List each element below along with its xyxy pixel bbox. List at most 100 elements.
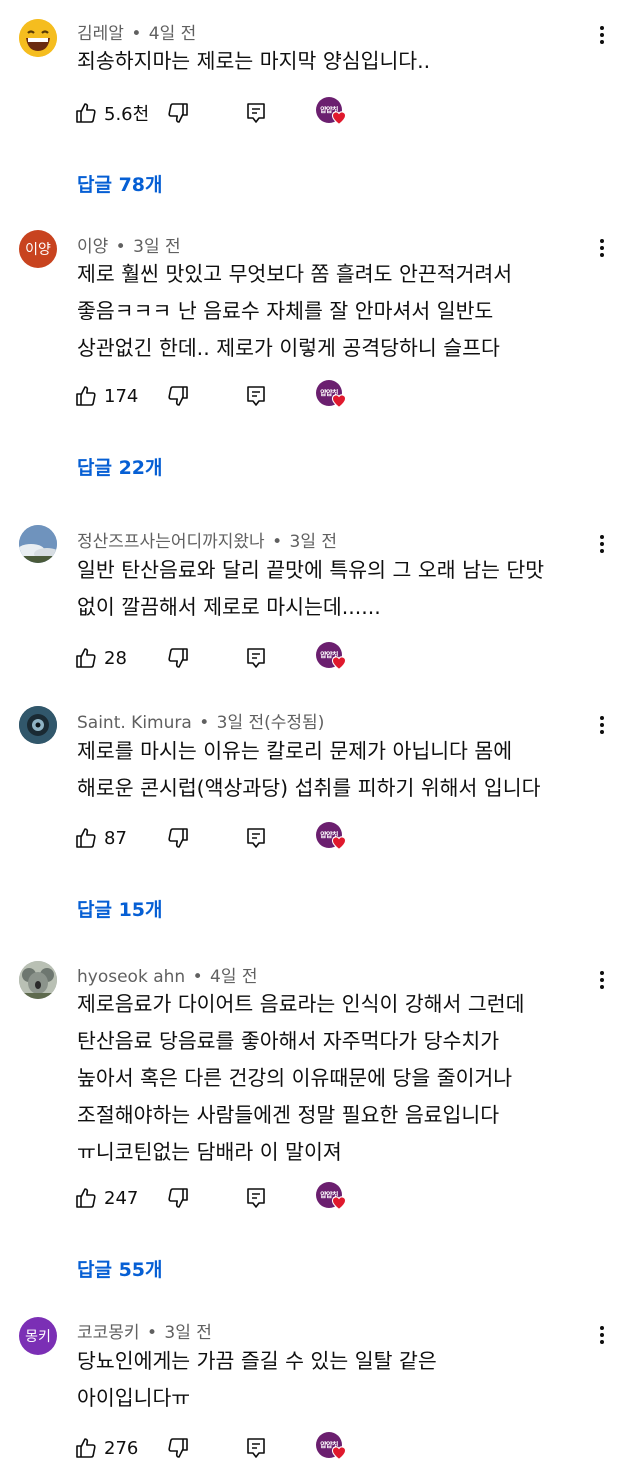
koala-photo-icon: [19, 961, 57, 999]
creator-heart-badge: 얍얍칫: [316, 380, 350, 414]
view-replies-link[interactable]: 답글 55개: [77, 1255, 163, 1282]
heart-icon: [331, 836, 347, 850]
like-count: 28: [104, 647, 127, 669]
like-button[interactable]: 174: [74, 380, 138, 412]
comment-time: 4일 전: [148, 24, 197, 44]
like-count: 5.6천: [104, 104, 150, 125]
comment-text: 당뇨인에게는 가끔 즐길 수 있는 일탈 같은 아이입니다ㅠ: [77, 1343, 607, 1417]
view-replies-link[interactable]: 답글 78개: [77, 170, 163, 197]
dislike-button[interactable]: [166, 1182, 190, 1214]
reply-button[interactable]: [244, 97, 268, 129]
comment-line: 높아서 혹은 다른 건강의 이유때문에 당을 줄이거나: [77, 1066, 513, 1090]
comment-actions: 247 얍얍칫: [74, 1182, 374, 1214]
comment-time: 3일 전: [289, 532, 338, 552]
like-count: 87: [104, 827, 127, 849]
heart-icon: [331, 1446, 347, 1460]
comment-time: 3일 전: [216, 713, 265, 733]
comment-line: 해로운 콘시럽(액상과당) 섭취를 피하기 위해서 입니다: [77, 776, 541, 800]
avatar[interactable]: [19, 961, 57, 999]
thumbs-up-icon: [76, 103, 96, 123]
author-name[interactable]: 코코몽키: [77, 1323, 140, 1343]
view-replies-link[interactable]: 답글 15개: [77, 895, 163, 922]
comment-actions: 87 얍얍칫: [74, 822, 374, 854]
creator-heart-badge: 얍얍칫: [316, 1432, 350, 1466]
comment-meta: 정산즈프사는어디까지왔나 • 3일 전: [77, 532, 338, 552]
reply-button[interactable]: [244, 1432, 268, 1464]
comment-line: ㅠ니코틴없는 담배라 이 말이져: [77, 1140, 342, 1164]
comment-time: 3일 전: [133, 237, 181, 257]
reply-comment-icon: [247, 386, 265, 406]
dark-photo-icon: [19, 706, 57, 744]
reply-comment-icon: [247, 828, 265, 848]
comment-actions: 28 얍얍칫: [74, 642, 374, 674]
comment-time: 3일 전: [164, 1323, 212, 1343]
like-button[interactable]: 247: [74, 1182, 138, 1214]
avatar[interactable]: 몽키: [19, 1317, 57, 1355]
thumbs-down-icon: [168, 828, 188, 848]
thumbs-down-icon: [168, 1438, 188, 1458]
creator-heart-badge: 얍얍칫: [316, 1182, 350, 1216]
comment-line: 상관없긴 한데.. 제로가 이렇게 공격당하니 슬프다: [77, 336, 500, 360]
comment-meta: 이양 • 3일 전: [77, 237, 181, 257]
dislike-button[interactable]: [166, 1432, 190, 1464]
author-name[interactable]: Saint. Kimura: [77, 713, 192, 733]
comment-line: 당뇨인에게는 가끔 즐길 수 있는 일탈 같은: [77, 1349, 437, 1373]
thumbs-up-icon: [76, 828, 96, 848]
view-replies-link[interactable]: 답글 22개: [77, 453, 163, 480]
like-button[interactable]: 87: [74, 822, 127, 854]
thumbs-down-icon: [168, 648, 188, 668]
like-count: 247: [104, 1187, 139, 1209]
like-count: 174: [104, 385, 139, 407]
comment-actions: 5.6천 얍얍칫: [74, 97, 374, 129]
thumbs-down-icon: [168, 103, 188, 123]
comment-line: 좋음ㅋㅋㅋ 난 음료수 자체를 잘 안마셔서 일반도: [77, 299, 494, 323]
comment-line: 없이 깔끔해서 제로로 마시는데......: [77, 595, 381, 619]
thumbs-up-icon: [76, 386, 96, 406]
like-button[interactable]: 276: [74, 1432, 138, 1464]
heart-icon: [331, 111, 347, 125]
avatar[interactable]: [19, 706, 57, 744]
author-name[interactable]: hyoseok ahn: [77, 967, 185, 987]
author-name[interactable]: 정산즈프사는어디까지왔나: [77, 532, 265, 552]
sky-photo-icon: [19, 525, 57, 563]
thumbs-up-icon: [76, 1188, 96, 1208]
like-count: 276: [104, 1437, 139, 1459]
like-button[interactable]: 28: [74, 642, 127, 674]
reply-comment-icon: [247, 103, 265, 123]
comment-line: 죄송하지마는 제로는 마지막 양심입니다..: [77, 49, 431, 73]
reply-comment-icon: [247, 648, 265, 668]
reply-button[interactable]: [244, 642, 268, 674]
comment-text: 제로를 마시는 이유는 칼로리 문제가 아닙니다 몸에 해로운 콘시럽(액상과당…: [77, 733, 607, 807]
creator-heart-badge: 얍얍칫: [316, 97, 350, 131]
avatar[interactable]: 이양: [19, 230, 57, 268]
reply-button[interactable]: [244, 822, 268, 854]
comment-actions: 174 얍얍칫: [74, 380, 374, 412]
comment-line: 일반 탄산음료와 달리 끝맛에 특유의 그 오래 남는 단맛: [77, 558, 545, 582]
like-button[interactable]: 5.6천: [74, 97, 149, 129]
reply-comment-icon: [247, 1438, 265, 1458]
comment-text: 제로 훨씬 맛있고 무엇보다 쫌 흘려도 안끈적거려서 좋음ㅋㅋㅋ 난 음료수 …: [77, 256, 607, 367]
dislike-button[interactable]: [166, 642, 190, 674]
author-name[interactable]: 이양: [77, 237, 108, 257]
thumbs-up-icon: [76, 648, 96, 668]
avatar-initials: 이양: [25, 242, 51, 258]
comment-line: 아이입니다ㅠ: [77, 1386, 191, 1410]
comment-time: 4일 전: [210, 967, 258, 987]
comment-meta: hyoseok ahn • 4일 전: [77, 967, 258, 987]
heart-icon: [331, 394, 347, 408]
reply-comment-icon: [247, 1188, 265, 1208]
comment-actions: 276 얍얍칫: [74, 1432, 374, 1464]
reply-button[interactable]: [244, 1182, 268, 1214]
author-name[interactable]: 김레알: [77, 24, 124, 44]
comment-line: 제로를 마시는 이유는 칼로리 문제가 아닙니다 몸에: [77, 739, 513, 763]
avatar[interactable]: [19, 525, 57, 563]
comment-line: 탄산음료 당음료를 좋아해서 자주먹다가 당수치가: [77, 1029, 500, 1053]
dislike-button[interactable]: [166, 822, 190, 854]
heart-icon: [331, 1196, 347, 1210]
comment-text: 제로음료가 다이어트 음료라는 인식이 강해서 그런데 탄산음료 당음료를 좋아…: [77, 986, 607, 1171]
dislike-button[interactable]: [166, 97, 190, 129]
reply-button[interactable]: [244, 380, 268, 412]
comment-text: 죄송하지마는 제로는 마지막 양심입니다..: [77, 43, 607, 80]
dislike-button[interactable]: [166, 380, 190, 412]
avatar[interactable]: [19, 19, 57, 57]
